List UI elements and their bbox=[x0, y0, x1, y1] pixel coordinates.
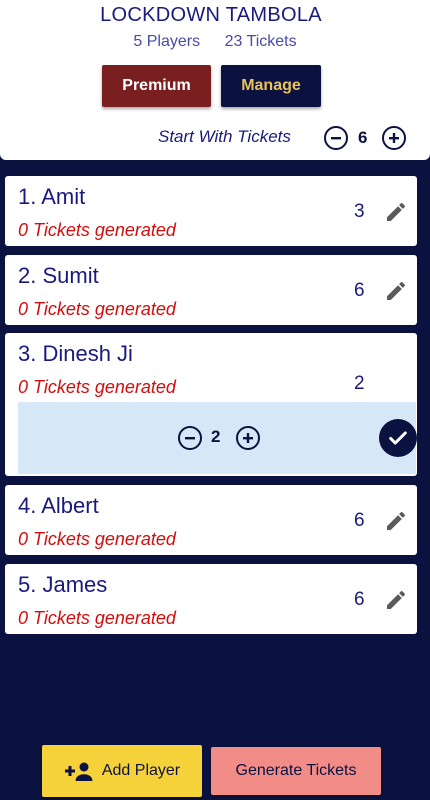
add-player-label: Add Player bbox=[101, 762, 181, 779]
player-card[interactable]: 5. James 0 Tickets generated 6 bbox=[5, 564, 417, 634]
player-card[interactable]: 2. Sumit 0 Tickets generated 6 bbox=[5, 255, 417, 325]
tickets-count: 23 Tickets bbox=[224, 33, 297, 50]
player-ticket-count: 6 bbox=[354, 280, 365, 301]
stats-row: 5 Players 23 Tickets bbox=[0, 33, 430, 51]
add-player-button[interactable]: Add Player bbox=[42, 745, 202, 797]
manage-button[interactable]: Manage bbox=[221, 65, 321, 107]
player-name: 2. Sumit bbox=[18, 263, 99, 288]
plus-circle-icon[interactable] bbox=[382, 126, 406, 150]
player-name: 5. James bbox=[18, 572, 108, 597]
minus-circle-icon[interactable] bbox=[324, 126, 348, 150]
start-tickets-label: Start With Tickets bbox=[158, 127, 291, 146]
minus-circle-icon[interactable] bbox=[178, 426, 202, 450]
generate-tickets-button[interactable]: Generate Tickets bbox=[211, 747, 381, 795]
player-ticket-count: 6 bbox=[354, 510, 365, 531]
player-card-editing[interactable]: 3. Dinesh Ji 0 Tickets generated 2 2 bbox=[5, 333, 417, 476]
player-status: 0 Tickets generated bbox=[18, 220, 176, 240]
player-card[interactable]: 4. Albert 0 Tickets generated 6 bbox=[5, 485, 417, 555]
header-panel: LOCKDOWN TAMBOLA 5 Players 23 Tickets Pr… bbox=[0, 0, 430, 160]
check-icon[interactable] bbox=[379, 419, 417, 457]
player-ticket-count: 2 bbox=[354, 373, 365, 394]
pencil-icon[interactable] bbox=[384, 200, 408, 224]
player-ticket-count: 3 bbox=[354, 201, 365, 222]
players-count: 5 Players bbox=[133, 33, 201, 50]
player-card[interactable]: 1. Amit 0 Tickets generated 3 bbox=[5, 176, 417, 246]
player-status: 0 Tickets generated bbox=[18, 377, 176, 397]
ticket-editor-panel: 2 bbox=[18, 402, 417, 474]
player-name: 4. Albert bbox=[18, 493, 99, 518]
pencil-icon[interactable] bbox=[384, 279, 408, 303]
player-name: 3. Dinesh Ji bbox=[18, 341, 133, 366]
start-tickets-value: 6 bbox=[358, 128, 368, 147]
app-title: LOCKDOWN TAMBOLA bbox=[100, 4, 322, 26]
player-status: 0 Tickets generated bbox=[18, 299, 176, 319]
plus-circle-icon[interactable] bbox=[236, 426, 260, 450]
pencil-icon[interactable] bbox=[384, 509, 408, 533]
player-ticket-count: 6 bbox=[354, 589, 365, 610]
person-add-icon bbox=[64, 762, 93, 781]
player-name: 1. Amit bbox=[18, 184, 86, 209]
premium-button[interactable]: Premium bbox=[102, 65, 211, 107]
player-status: 0 Tickets generated bbox=[18, 608, 176, 628]
player-status: 0 Tickets generated bbox=[18, 529, 176, 549]
editor-ticket-value: 2 bbox=[211, 427, 221, 446]
pencil-icon[interactable] bbox=[384, 588, 408, 612]
